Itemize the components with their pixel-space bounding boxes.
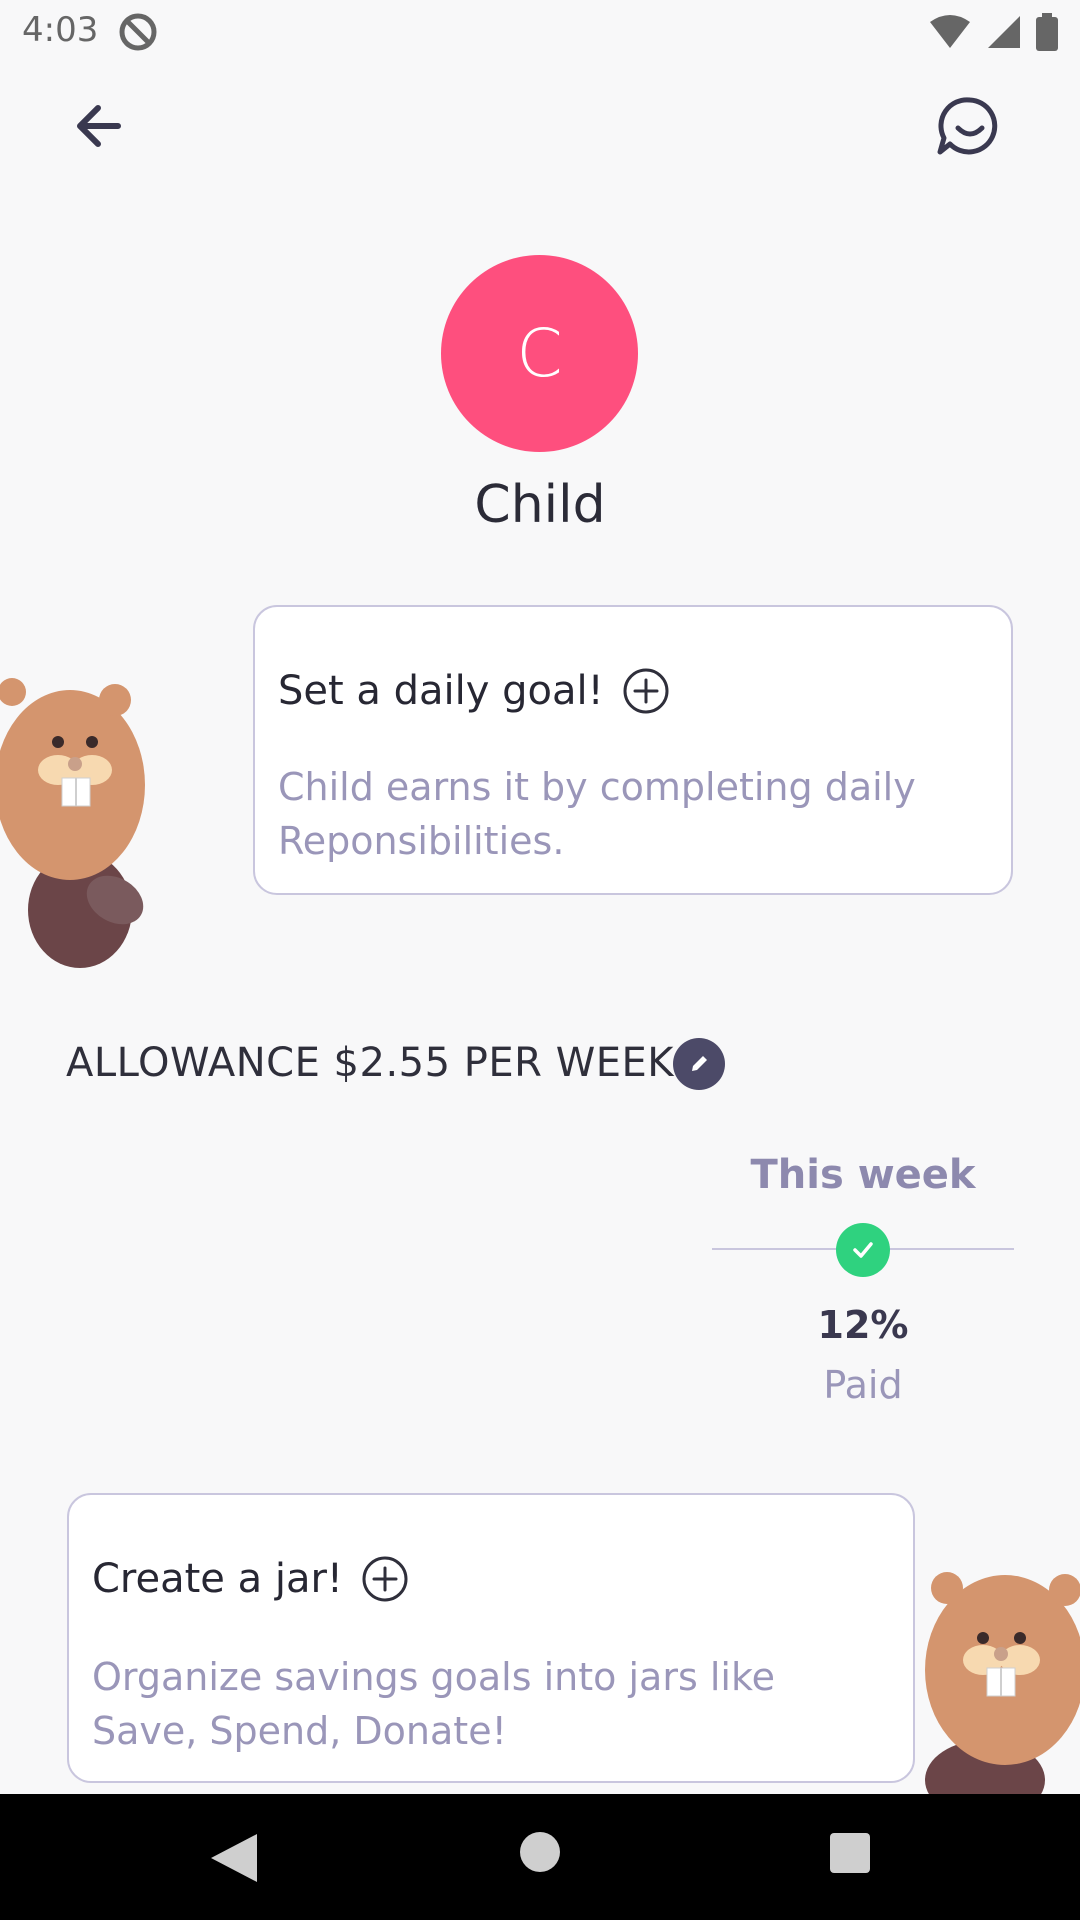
plus-circle-icon[interactable]	[361, 1555, 409, 1603]
nav-back-icon[interactable]	[205, 1830, 265, 1886]
week-label: This week	[750, 1152, 976, 1198]
do-not-disturb-icon	[119, 13, 157, 51]
nav-recents-icon[interactable]	[830, 1833, 870, 1873]
signal-icon	[988, 16, 1020, 48]
plus-circle-icon[interactable]	[622, 667, 670, 715]
pencil-icon	[692, 1056, 707, 1071]
week-paid-indicator[interactable]	[836, 1223, 890, 1277]
beaver-mascot	[0, 678, 145, 968]
beaver-mascot	[925, 1572, 1080, 1800]
edit-allowance-button[interactable]	[673, 1038, 725, 1090]
check-icon	[853, 1242, 873, 1258]
week-paid-status: Paid	[823, 1363, 903, 1407]
week-percent: 12%	[817, 1303, 909, 1347]
allowance-label: ALLOWANCE $2.55 PER WEEK	[66, 1040, 675, 1086]
profile-avatar[interactable]: C	[441, 255, 638, 452]
battery-icon	[1036, 13, 1058, 51]
nav-home-icon[interactable]	[520, 1832, 560, 1872]
daily-goal-title: Set a daily goal!	[278, 668, 604, 714]
create-jar-description: Organize savings goals into jars like Sa…	[92, 1655, 775, 1753]
avatar-initial: C	[516, 315, 563, 392]
profile-name: Child	[474, 475, 606, 535]
status-time: 4:03	[22, 10, 99, 50]
create-jar-title: Create a jar!	[92, 1556, 343, 1602]
daily-goal-title-row[interactable]: Set a daily goal!	[278, 667, 670, 715]
wifi-icon	[930, 15, 970, 48]
create-jar-title-row[interactable]: Create a jar!	[92, 1555, 409, 1603]
status-icons	[928, 10, 1058, 54]
back-arrow-icon[interactable]	[70, 96, 150, 156]
daily-goal-description: Child earns it by completing daily Repon…	[278, 765, 916, 863]
chat-smile-icon[interactable]	[930, 92, 1020, 162]
